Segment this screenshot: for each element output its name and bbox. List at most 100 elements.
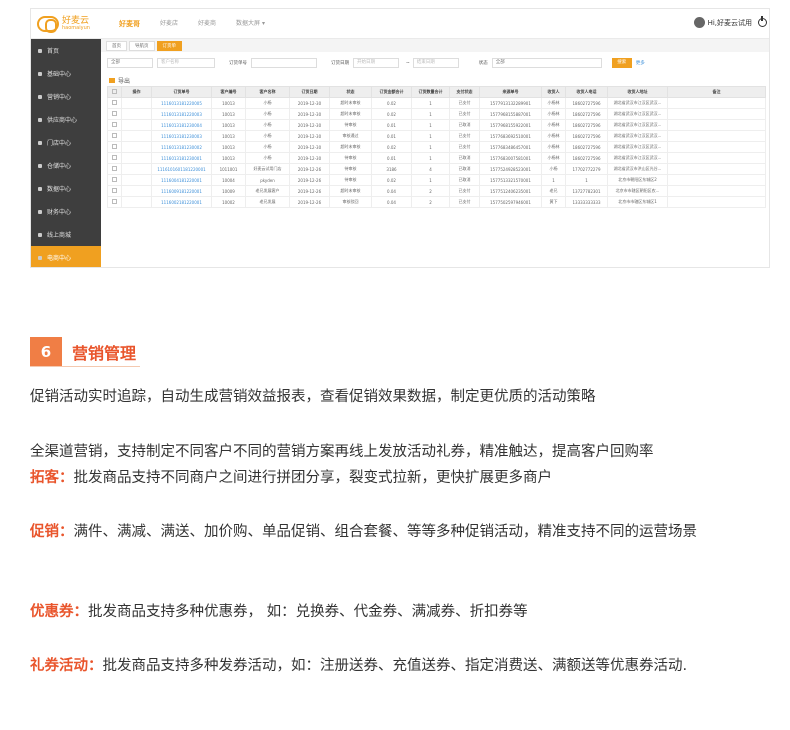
table-cell: 1 [565, 174, 608, 186]
row-checkbox[interactable] [112, 199, 117, 204]
search-button[interactable]: 搜索 [611, 58, 632, 68]
table-cell[interactable]: 1116002181220001 [151, 196, 212, 208]
label-coupon: 优惠券： [30, 604, 88, 620]
row-checkbox[interactable] [112, 188, 117, 193]
row-checkbox[interactable] [112, 144, 117, 149]
table-cell: 老兄 [541, 185, 566, 197]
sidebar-item-supplier[interactable]: 供应商中心 [31, 108, 101, 131]
table-cell: 1 [411, 108, 450, 120]
row-checkbox[interactable] [112, 100, 117, 105]
table-cell: 超时未审核 [329, 141, 372, 153]
table-cell[interactable]: 1116004181220001 [151, 174, 212, 186]
sidebar-item-home[interactable]: 首页 [31, 39, 101, 62]
table-cell: 小杨林 [541, 119, 566, 131]
export-label: 导出 [118, 77, 131, 85]
table-cell: 10013 [211, 141, 246, 153]
table-cell: 2019-12-26 [289, 196, 330, 208]
table-cell: 2019-12-30 [289, 108, 330, 120]
table-cell: 小杨 [245, 119, 290, 131]
row-checkbox[interactable] [112, 166, 117, 171]
table-cell: 1577513321570001 [479, 174, 542, 186]
breadcrumb-orders[interactable]: 订货单 [156, 40, 182, 51]
table-cell: 黄下 [541, 196, 566, 208]
row-checkbox[interactable] [112, 122, 117, 127]
logo-subtext: haomaiyun [62, 25, 90, 31]
table-cell: 0.02 [371, 97, 412, 109]
sidebar-item-store[interactable]: 门店中心 [31, 131, 101, 154]
sidebar-item-data[interactable]: 数据中心 [31, 177, 101, 200]
warehouse-icon [38, 163, 42, 168]
breadcrumb-nav[interactable]: 导航页 [129, 40, 155, 51]
table-cell: 2019-12-30 [289, 141, 330, 153]
date-to-input[interactable]: 结束日期 [412, 58, 459, 68]
table-cell[interactable]: 1116013181230003 [151, 130, 212, 142]
nav-item-haomaishang[interactable]: 好麦商 [188, 9, 226, 39]
table-row[interactable]: 1116013181230001 10013 小杨 2019-12-30 待审核 0.01… [107, 152, 766, 164]
export-button[interactable]: 导出 [101, 74, 769, 86]
type-select[interactable]: 全部 [107, 58, 153, 68]
table-row[interactable]: 1116013181230002 10013 小杨 2019-12-30 超时未审核 0.… [107, 141, 766, 153]
user-greeting[interactable]: Hi,好麦云试用 [708, 18, 752, 28]
order-no-input[interactable] [251, 58, 317, 68]
logo-icon [37, 16, 59, 33]
table-cell: 湖北省武汉市江汉区武汉... [607, 130, 668, 142]
table-cell: 小杨林 [541, 130, 566, 142]
table-row[interactable]: 1116013181230003 10013 小杨 2019-12-30 审核通过 0.0… [107, 130, 766, 142]
sidebar: 首页 基础中心 营销中心 供应商中心 门店中心 仓储中心 数据中心 财务中心 线… [31, 39, 101, 267]
table-cell[interactable]: 1116013181220003 [151, 108, 212, 120]
table-cell: 2019-12-26 [289, 185, 330, 197]
table-cell: 1577683007581001 [479, 152, 542, 164]
table-header: 操作 订货单号 客户编号 客户名称 订货日期 状态 订货金额合计 订货数量合计 支付状态 来源单号… [107, 86, 766, 98]
customer-input[interactable]: 客户名称 [157, 58, 215, 68]
table-cell: 已支付 [449, 97, 480, 109]
row-checkbox[interactable] [112, 133, 117, 138]
sidebar-item-ecommerce[interactable]: 电商中心 [31, 246, 101, 267]
nav-item-haomaige[interactable]: 好麦哥 [109, 9, 150, 39]
table-cell[interactable]: 1116009181220001 [151, 185, 212, 197]
nav-item-data-screen[interactable]: 数据大屏 ▾ [226, 9, 275, 39]
table-row[interactable]: 1116013181220003 10013 小杨 2019-12-30 超时未审核 0.… [107, 108, 766, 120]
section-title: 营销管理 [72, 343, 137, 363]
row-checkbox[interactable] [112, 111, 117, 116]
table-cell: 小杨 [245, 152, 290, 164]
sidebar-item-warehouse[interactable]: 仓储中心 [31, 154, 101, 177]
select-all-checkbox[interactable] [112, 89, 117, 94]
breadcrumb-home[interactable]: 首页 [106, 40, 127, 51]
table-cell[interactable]: 1116013181230004 [151, 119, 212, 131]
table-cell: 2019-12-30 [289, 152, 330, 164]
table-cell [107, 97, 122, 109]
more-link[interactable]: 更多 [636, 60, 645, 66]
date-from-input[interactable]: 开始日期 [353, 58, 399, 68]
table-cell [121, 97, 152, 109]
table-cell[interactable]: 1116101601181220001 [151, 163, 212, 175]
table-row[interactable]: 1116002181220001 10002 老兄发展 2019-12-26 审核驳回 0… [107, 196, 766, 208]
table-cell: 1 [411, 174, 450, 186]
nav-item-haomaidian[interactable]: 好麦店 [150, 9, 188, 39]
sidebar-item-finance[interactable]: 财务中心 [31, 200, 101, 223]
label-gift-voucher: 礼券活动： [30, 658, 103, 674]
table-row[interactable]: 1116004181220001 10004 pkyden 2019-12-26 待审核… [107, 174, 766, 186]
table-cell[interactable]: 1116013181220005 [151, 97, 212, 109]
sidebar-item-online-mall[interactable]: 线上商城 [31, 223, 101, 246]
table-cell: 待审核 [329, 119, 372, 131]
sidebar-item-base[interactable]: 基础中心 [31, 62, 101, 85]
table-row[interactable]: 1116009181220001 10009 老兄发展客户 2019-12-26 超时未… [107, 185, 766, 197]
table-cell[interactable]: 1116013181230002 [151, 141, 212, 153]
user-area: Hi,好麦云试用 [693, 16, 767, 28]
table-row[interactable]: 1116013181230004 10013 小杨 2019-12-30 待审核 0.01… [107, 119, 766, 131]
row-checkbox[interactable] [112, 177, 117, 182]
table-cell [121, 130, 152, 142]
paragraph-promotion: 促销：满件、满减、满送、加价购、单品促销、组合套餐、等等多种促销活动，精准支持不… [30, 519, 775, 545]
table-row[interactable]: 1116101601181220001 1011001 好麦云试用门店 2019-12… [107, 163, 766, 175]
table-cell: 10013 [211, 119, 246, 131]
table-cell[interactable]: 1116013181230001 [151, 152, 212, 164]
power-icon[interactable] [758, 16, 767, 27]
table-cell [107, 174, 122, 186]
home-icon [38, 48, 42, 53]
table-row[interactable]: 1116013181220005 10013 小杨 2019-12-30 超时未审核 0.… [107, 97, 766, 109]
table-cell [121, 185, 152, 197]
user-avatar-icon[interactable] [693, 17, 705, 28]
status-select[interactable]: 全部 [491, 58, 602, 68]
row-checkbox[interactable] [112, 155, 117, 160]
sidebar-item-marketing[interactable]: 营销中心 [31, 85, 101, 108]
